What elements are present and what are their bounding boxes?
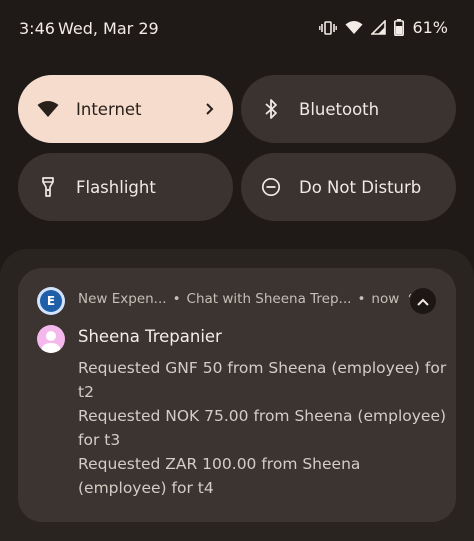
notification-header: New Expen... • Chat with Sheena Trep... … <box>78 291 421 307</box>
sender-name: Sheena Trepanier <box>78 327 222 346</box>
bluetooth-icon <box>259 97 283 121</box>
status-icons: 61% <box>319 18 448 37</box>
battery-icon <box>394 19 405 36</box>
chevron-right-icon <box>205 97 215 125</box>
flashlight-tile[interactable]: Flashlight <box>18 153 233 221</box>
app-icon-letter: E <box>40 290 62 312</box>
battery-percentage: 61% <box>412 18 448 37</box>
do-not-disturb-tile-label: Do Not Disturb <box>299 177 422 197</box>
do-not-disturb-icon <box>259 175 283 199</box>
vibrate-icon <box>319 20 338 36</box>
wifi-icon <box>36 97 60 121</box>
status-time: 3:46 <box>19 19 55 38</box>
expense-app-icon: E <box>37 287 65 315</box>
signal-icon <box>371 20 387 35</box>
notification-card[interactable]: E New Expen... • Chat with Sheena Trep..… <box>18 268 456 522</box>
internet-tile[interactable]: Internet <box>18 75 233 143</box>
collapse-button[interactable] <box>410 288 436 314</box>
header-separator: • <box>357 291 366 307</box>
status-bar: 3:46 Wed, Mar 29 61% <box>0 0 474 56</box>
conversation-title: Chat with Sheena Trep... <box>186 291 352 307</box>
wifi-icon <box>345 20 363 35</box>
internet-tile-label: Internet <box>76 99 142 119</box>
flashlight-icon <box>36 175 60 199</box>
notification-time: now <box>371 291 400 307</box>
message-item: Requested ZAR 100.00 from Sheena (employ… <box>78 455 361 497</box>
do-not-disturb-tile[interactable]: Do Not Disturb <box>241 153 456 221</box>
flashlight-tile-label: Flashlight <box>76 177 156 197</box>
person-icon <box>41 331 61 353</box>
chevron-up-icon <box>416 292 430 311</box>
status-date: Wed, Mar 29 <box>58 19 159 38</box>
message-item: Requested GNF 50 from Sheena (employee) … <box>78 359 447 401</box>
header-separator: • <box>172 291 181 307</box>
app-name: New Expen... <box>78 291 167 307</box>
avatar <box>37 325 65 353</box>
bluetooth-tile-label: Bluetooth <box>299 99 380 119</box>
message-item: Requested NOK 75.00 from Sheena (employe… <box>78 407 447 449</box>
bluetooth-tile[interactable]: Bluetooth <box>241 75 456 143</box>
